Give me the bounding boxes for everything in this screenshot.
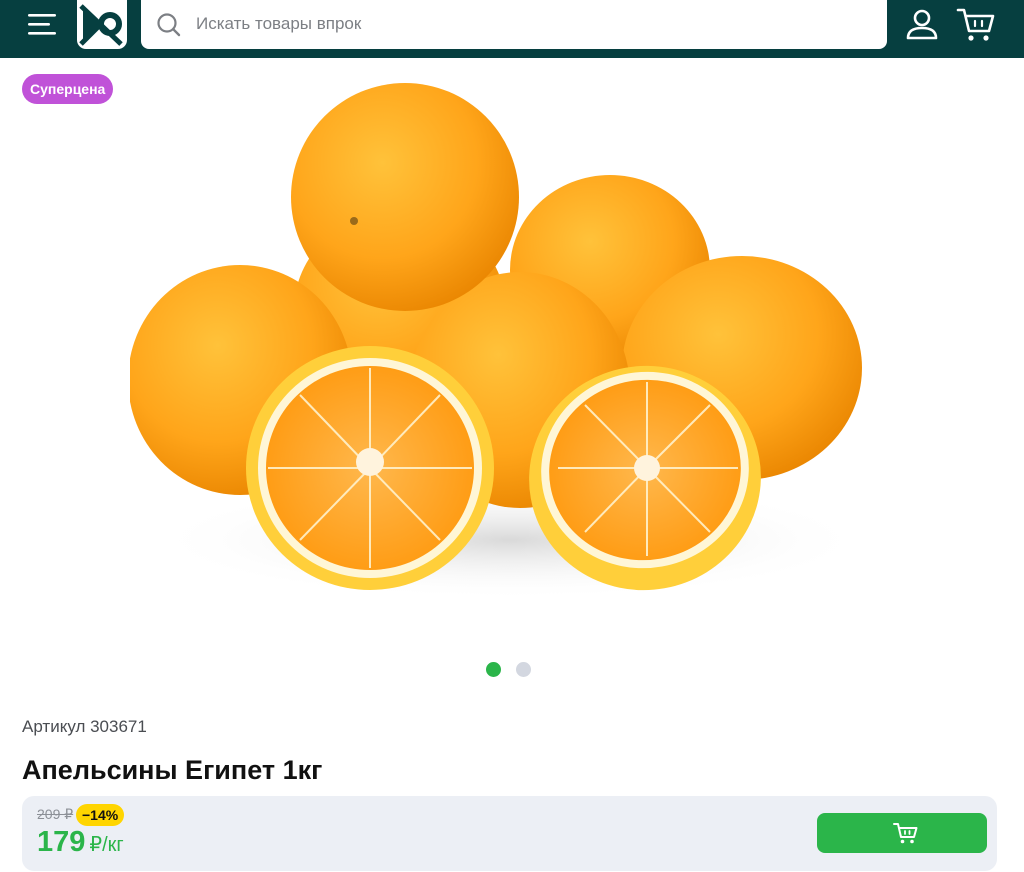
price-unit: ₽/кг: [89, 834, 124, 856]
product-sku: Артикул 303671: [22, 717, 147, 736]
user-icon: [906, 9, 938, 40]
cart-button[interactable]: [955, 6, 997, 44]
carousel-dot-1[interactable]: [486, 662, 501, 677]
store-logo[interactable]: [77, 0, 127, 49]
discount-badge: −14%: [76, 804, 125, 826]
product-image[interactable]: [130, 70, 890, 630]
account-button[interactable]: [903, 6, 941, 44]
hamburger-icon: [28, 14, 56, 35]
search-icon: [157, 13, 181, 37]
carousel-pagination: [486, 662, 536, 678]
current-price: 179 ₽/кг: [37, 826, 124, 862]
old-price: 209 ₽: [37, 806, 74, 822]
product-title: Апельсины Египет 1кг: [22, 755, 323, 785]
super-price-badge: Суперцена: [22, 74, 114, 104]
cart-icon: [956, 8, 995, 41]
buy-panel: 209 ₽ −14% 179 ₽/кг: [22, 796, 997, 871]
store-logo-icon: [79, 4, 123, 46]
search-input[interactable]: [196, 9, 856, 39]
search-bar: [141, 0, 887, 49]
carousel-dot-2[interactable]: [516, 662, 531, 677]
cart-icon: [893, 823, 918, 844]
menu-button[interactable]: [22, 10, 62, 40]
price-amount: 179: [37, 826, 86, 858]
top-bar: [0, 0, 1024, 58]
add-to-cart-button[interactable]: [817, 813, 987, 853]
